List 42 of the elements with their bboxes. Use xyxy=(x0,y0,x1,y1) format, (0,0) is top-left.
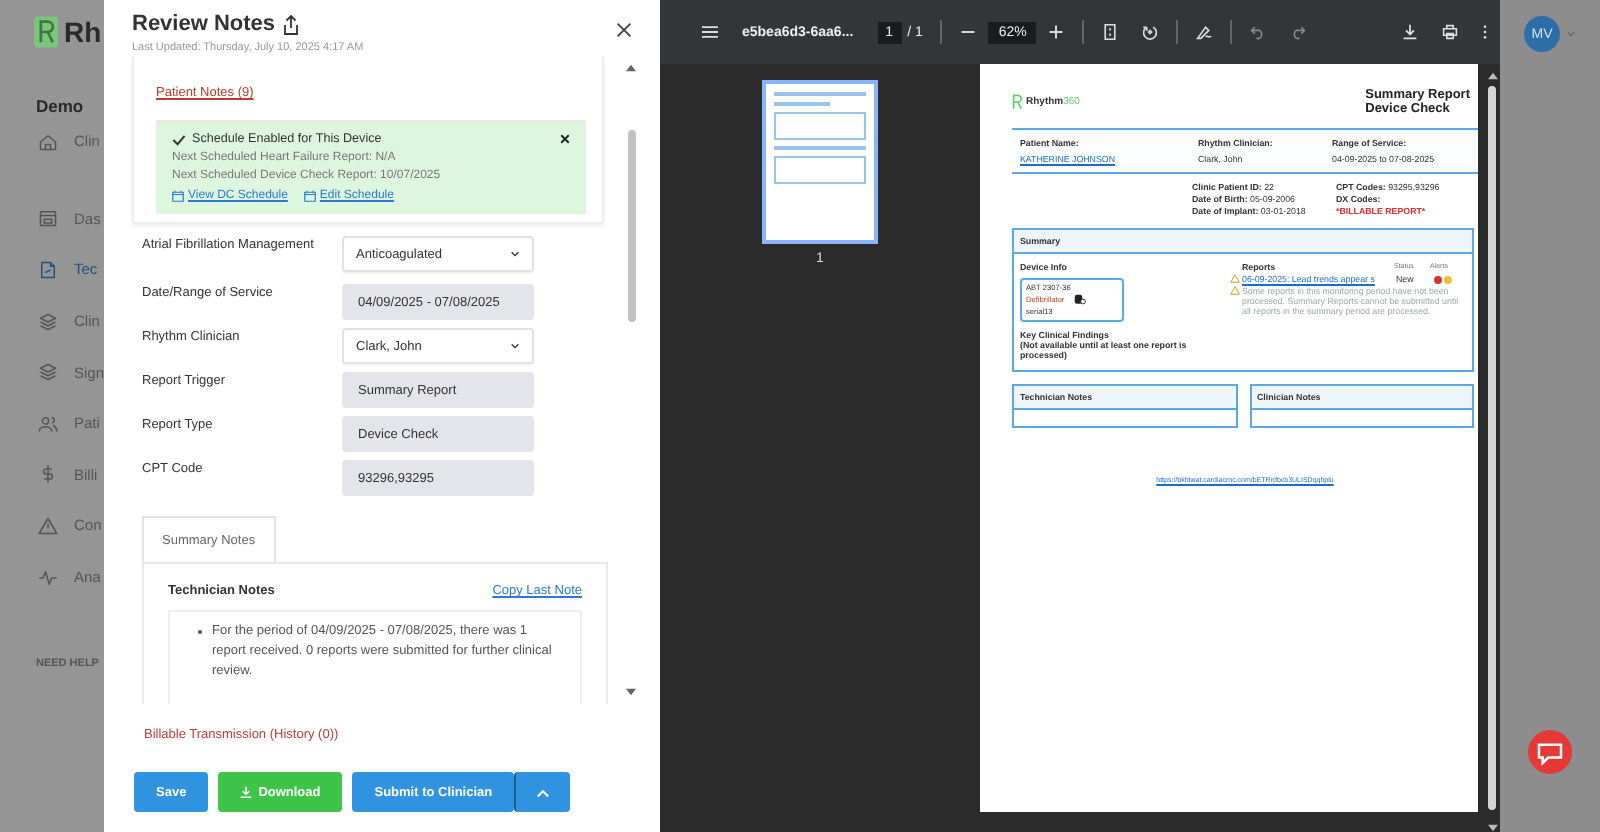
warning-icon xyxy=(38,515,58,536)
page-thumbnail[interactable] xyxy=(762,80,878,244)
layers-icon xyxy=(38,362,58,383)
calendar-icon xyxy=(38,208,58,229)
menu-icon[interactable] xyxy=(702,24,718,40)
caret-icon xyxy=(510,250,520,258)
dollar-icon xyxy=(38,464,58,485)
undo-icon[interactable] xyxy=(1250,24,1267,40)
document-icon xyxy=(38,259,58,280)
device-icon xyxy=(1074,294,1087,306)
section-title: Demo xyxy=(34,96,86,116)
layers-icon xyxy=(38,311,58,332)
print-icon[interactable] xyxy=(1442,24,1458,40)
zoom-in-icon[interactable] xyxy=(1048,24,1065,40)
caret-icon xyxy=(510,342,520,350)
scroll-up-icon[interactable] xyxy=(626,64,636,72)
scroll-down-icon[interactable] xyxy=(626,688,636,696)
modal-title: Review Notes xyxy=(132,12,276,36)
logo-icon xyxy=(34,16,58,48)
scroll-down-icon[interactable] xyxy=(1487,824,1497,832)
chat-icon[interactable] xyxy=(1528,730,1572,774)
logo-icon xyxy=(1012,94,1022,110)
check-icon xyxy=(172,133,186,145)
redo-icon[interactable] xyxy=(1290,24,1307,40)
close-icon[interactable] xyxy=(560,134,570,144)
chevron-up-icon xyxy=(536,787,551,797)
brand-name: Rh xyxy=(64,16,102,48)
download-icon[interactable] xyxy=(1402,24,1418,40)
scroll-up-icon[interactable] xyxy=(1487,72,1497,80)
pulse-icon xyxy=(38,567,58,588)
calendar-icon xyxy=(303,190,316,202)
users-icon xyxy=(38,413,58,434)
download-icon xyxy=(240,786,253,798)
rotate-icon[interactable] xyxy=(1142,24,1159,40)
dropdown-button[interactable] xyxy=(514,772,571,812)
more-icon[interactable] xyxy=(1482,24,1488,40)
draw-icon[interactable] xyxy=(1196,24,1213,40)
home-icon xyxy=(38,131,58,152)
fit-page-icon[interactable] xyxy=(1102,24,1119,40)
close-icon[interactable] xyxy=(616,22,632,38)
share-icon[interactable] xyxy=(281,13,300,35)
calendar-icon xyxy=(172,190,184,202)
